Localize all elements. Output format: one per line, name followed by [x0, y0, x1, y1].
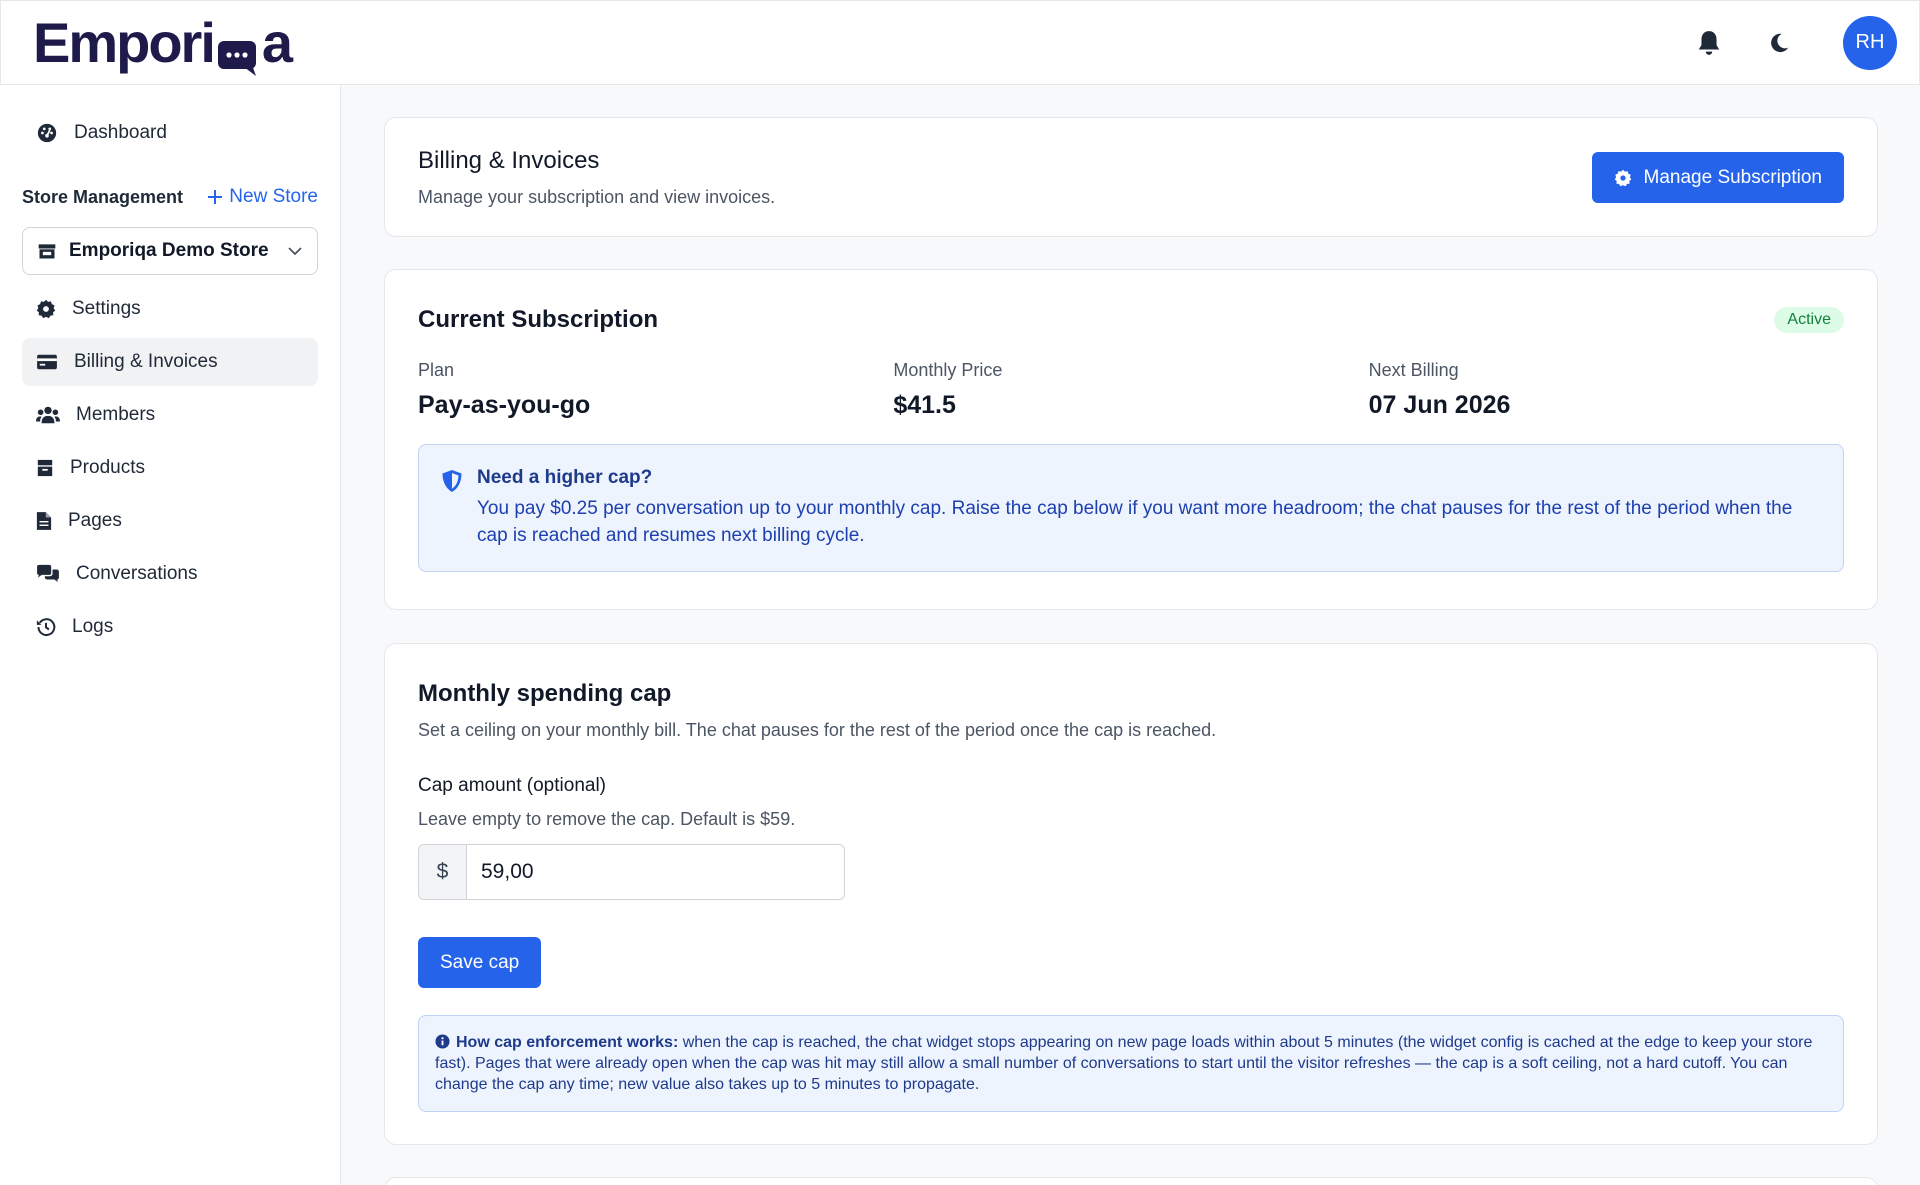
moon-icon[interactable]	[1759, 23, 1799, 63]
sidebar-item-label: Products	[70, 457, 145, 478]
spending-cap-card: Monthly spending cap Set a ceiling on yo…	[384, 643, 1878, 1145]
manage-subscription-label: Manage Subscription	[1643, 166, 1823, 188]
top-header: Empori a RH	[0, 0, 1920, 85]
save-cap-label: Save cap	[440, 951, 520, 973]
sidebar-item-label: Conversations	[76, 563, 198, 584]
new-store-button[interactable]: New Store	[207, 186, 318, 208]
section-title: Store Management	[22, 186, 184, 207]
manage-subscription-button[interactable]: Manage Subscription	[1591, 152, 1844, 203]
billing-header-card: Billing & Invoices Manage your subscript…	[384, 117, 1878, 237]
sidebar: Dashboard Store Management New Store Emp…	[0, 85, 341, 1185]
chat-bubble-logo-icon	[217, 30, 260, 76]
sidebar-item-products[interactable]: Products	[22, 444, 318, 492]
page-title: Billing & Invoices	[418, 147, 600, 174]
sidebar-item-label: Settings	[72, 298, 141, 319]
shield-icon	[442, 470, 462, 492]
info-bold-text: How cap enforcement works:	[456, 1034, 679, 1051]
spending-cap-title: Monthly spending cap	[418, 680, 672, 707]
sidebar-item-conversations[interactable]: Conversations	[22, 550, 318, 598]
notice-title: Need a higher cap?	[477, 467, 653, 488]
currency-prefix: $	[418, 844, 466, 900]
save-cap-button[interactable]: Save cap	[418, 937, 542, 988]
gear-icon	[36, 299, 56, 319]
next-billing-value: 07 Jun 2026	[1368, 391, 1511, 419]
subscription-details: Plan Pay-as-you-go Monthly Price $41.5 N…	[418, 360, 1844, 420]
info-circle-icon	[435, 1034, 450, 1049]
cap-amount-help: Leave empty to remove the cap. Default i…	[418, 809, 796, 829]
plan-value: Pay-as-you-go	[418, 391, 591, 419]
bell-icon[interactable]	[1689, 23, 1729, 63]
avatar[interactable]: RH	[1843, 15, 1897, 70]
box-icon	[37, 459, 53, 477]
store-selector-value: Emporiqa Demo Store	[69, 240, 269, 261]
plan-label: Plan	[418, 360, 455, 380]
new-store-label: New Store	[229, 186, 318, 207]
sidebar-item-label: Logs	[72, 616, 114, 637]
subscription-title: Current Subscription	[418, 306, 659, 333]
emporiqa-logo[interactable]: Empori a	[33, 10, 293, 76]
chevron-down-icon	[288, 247, 302, 256]
store-selector[interactable]: Emporiqa Demo Store	[22, 227, 318, 275]
next-billing-label: Next Billing	[1368, 360, 1459, 380]
monthly-price-label: Monthly Price	[893, 360, 1003, 380]
sidebar-item-pages[interactable]: Pages	[22, 497, 318, 545]
logo-text-right: a	[261, 10, 293, 74]
sidebar-item-label: Members	[76, 404, 156, 425]
credit-card-icon	[37, 354, 57, 370]
higher-cap-notice: Need a higher cap? You pay $0.25 per con…	[418, 444, 1844, 572]
sidebar-item-members[interactable]: Members	[22, 391, 318, 439]
sidebar-item-label: Dashboard	[74, 122, 167, 143]
cap-amount-input-group: $	[418, 844, 845, 900]
monthly-price-value: $41.5	[893, 391, 956, 419]
logo-text-left: Empori	[33, 10, 216, 74]
sidebar-item-label: Billing & Invoices	[74, 351, 218, 372]
page-subtitle: Manage your subscription and view invoic…	[418, 187, 776, 207]
sidebar-item-dashboard[interactable]: Dashboard	[22, 109, 318, 157]
status-badge: Active	[1774, 307, 1844, 333]
plus-icon	[208, 190, 223, 204]
spending-cap-subtitle: Set a ceiling on your monthly bill. The …	[418, 720, 1217, 740]
file-icon	[36, 512, 52, 530]
history-icon	[36, 618, 56, 636]
store-icon	[38, 244, 56, 259]
cap-enforcement-info: How cap enforcement works: when the cap …	[418, 1015, 1844, 1112]
store-management-header: Store Management New Store	[22, 173, 318, 221]
next-card	[384, 1177, 1878, 1185]
cap-amount-label: Cap amount (optional)	[418, 775, 606, 796]
current-subscription-card: Current Subscription Active Plan Pay-as-…	[384, 269, 1878, 610]
sidebar-item-logs[interactable]: Logs	[22, 603, 318, 651]
header-actions: RH	[1689, 15, 1897, 70]
users-icon	[36, 406, 60, 424]
gauge-icon	[37, 123, 57, 143]
gear-icon	[1614, 169, 1631, 186]
sidebar-item-label: Pages	[68, 510, 122, 531]
sidebar-item-settings[interactable]: Settings	[22, 285, 318, 333]
comments-icon	[37, 564, 59, 583]
notice-text: You pay $0.25 per conversation up to you…	[477, 498, 1793, 546]
cap-amount-input[interactable]	[466, 844, 845, 900]
sidebar-item-billing[interactable]: Billing & Invoices	[22, 338, 318, 386]
